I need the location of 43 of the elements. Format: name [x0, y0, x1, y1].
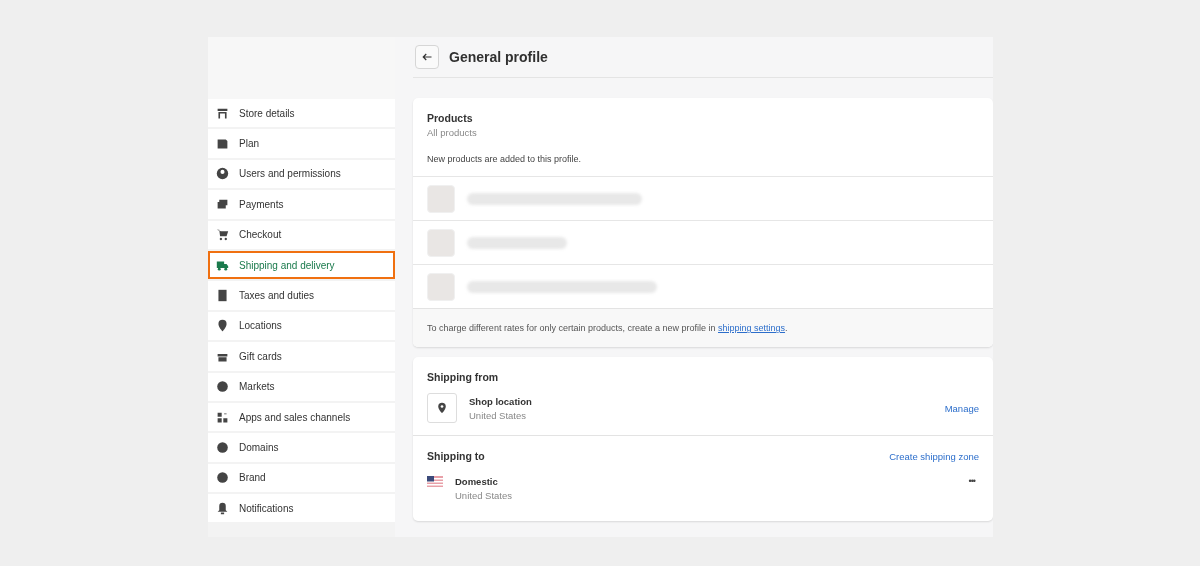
pin-icon [216, 319, 229, 333]
page-title: General profile [449, 49, 548, 65]
info-text: New products are added to this profile. [427, 154, 583, 164]
location-pin-icon [427, 393, 457, 423]
photo-placeholder [427, 228, 455, 257]
flag-icon [427, 476, 443, 487]
sidebar-item[interactable]: Store details [208, 99, 395, 128]
store-icon [216, 106, 229, 120]
bell-icon [216, 501, 229, 515]
cart-icon [216, 228, 229, 242]
location-name: Shop location [469, 395, 533, 407]
zone-country: United States [455, 490, 514, 501]
section-subtitle: All products [427, 127, 478, 138]
photo-placeholder [427, 272, 455, 301]
arrow-left-icon [421, 51, 433, 63]
more-button[interactable]: ••• [964, 476, 979, 486]
truck-icon [216, 258, 229, 272]
sidebar-item[interactable]: Gift cards [208, 342, 395, 371]
sidebar-item[interactable]: Brand [208, 463, 395, 493]
section-title: Shipping from [427, 371, 500, 383]
footer-text: To charge different rates for only certain products, create a new profile in shipping settings. [413, 308, 993, 347]
create-zone-link[interactable]: Create shipping zone [889, 450, 979, 462]
sidebar-item[interactable]: Checkout [208, 220, 395, 249]
back-button[interactable] [415, 45, 439, 69]
sidebar-item[interactable]: Payments [208, 190, 395, 219]
sidebar-item[interactable]: Apps and sales channels [208, 402, 395, 432]
apps-icon [216, 410, 229, 424]
sidebar-item[interactable]: Locations [208, 311, 395, 341]
manage-link[interactable]: Manage [944, 402, 979, 414]
sidebar-item[interactable]: Shipping and delivery [208, 250, 395, 280]
sidebar-item[interactable]: Taxes and duties [208, 281, 395, 310]
location-country: United States [469, 409, 528, 421]
section-title: Products [427, 112, 474, 124]
sidebar-item[interactable]: Markets [208, 372, 395, 401]
sidebar-item[interactable]: Plan [208, 129, 395, 158]
card-icon [216, 197, 229, 211]
sidebar-item[interactable]: Users and permissions [208, 159, 395, 189]
section-title: Shipping to [427, 450, 485, 462]
person-icon [216, 167, 229, 181]
sidebar-item[interactable]: Notifications [208, 494, 395, 523]
photo-placeholder [427, 184, 455, 213]
sidebar-item[interactable]: Domains [208, 433, 395, 462]
zone-name: Domestic [455, 476, 499, 487]
